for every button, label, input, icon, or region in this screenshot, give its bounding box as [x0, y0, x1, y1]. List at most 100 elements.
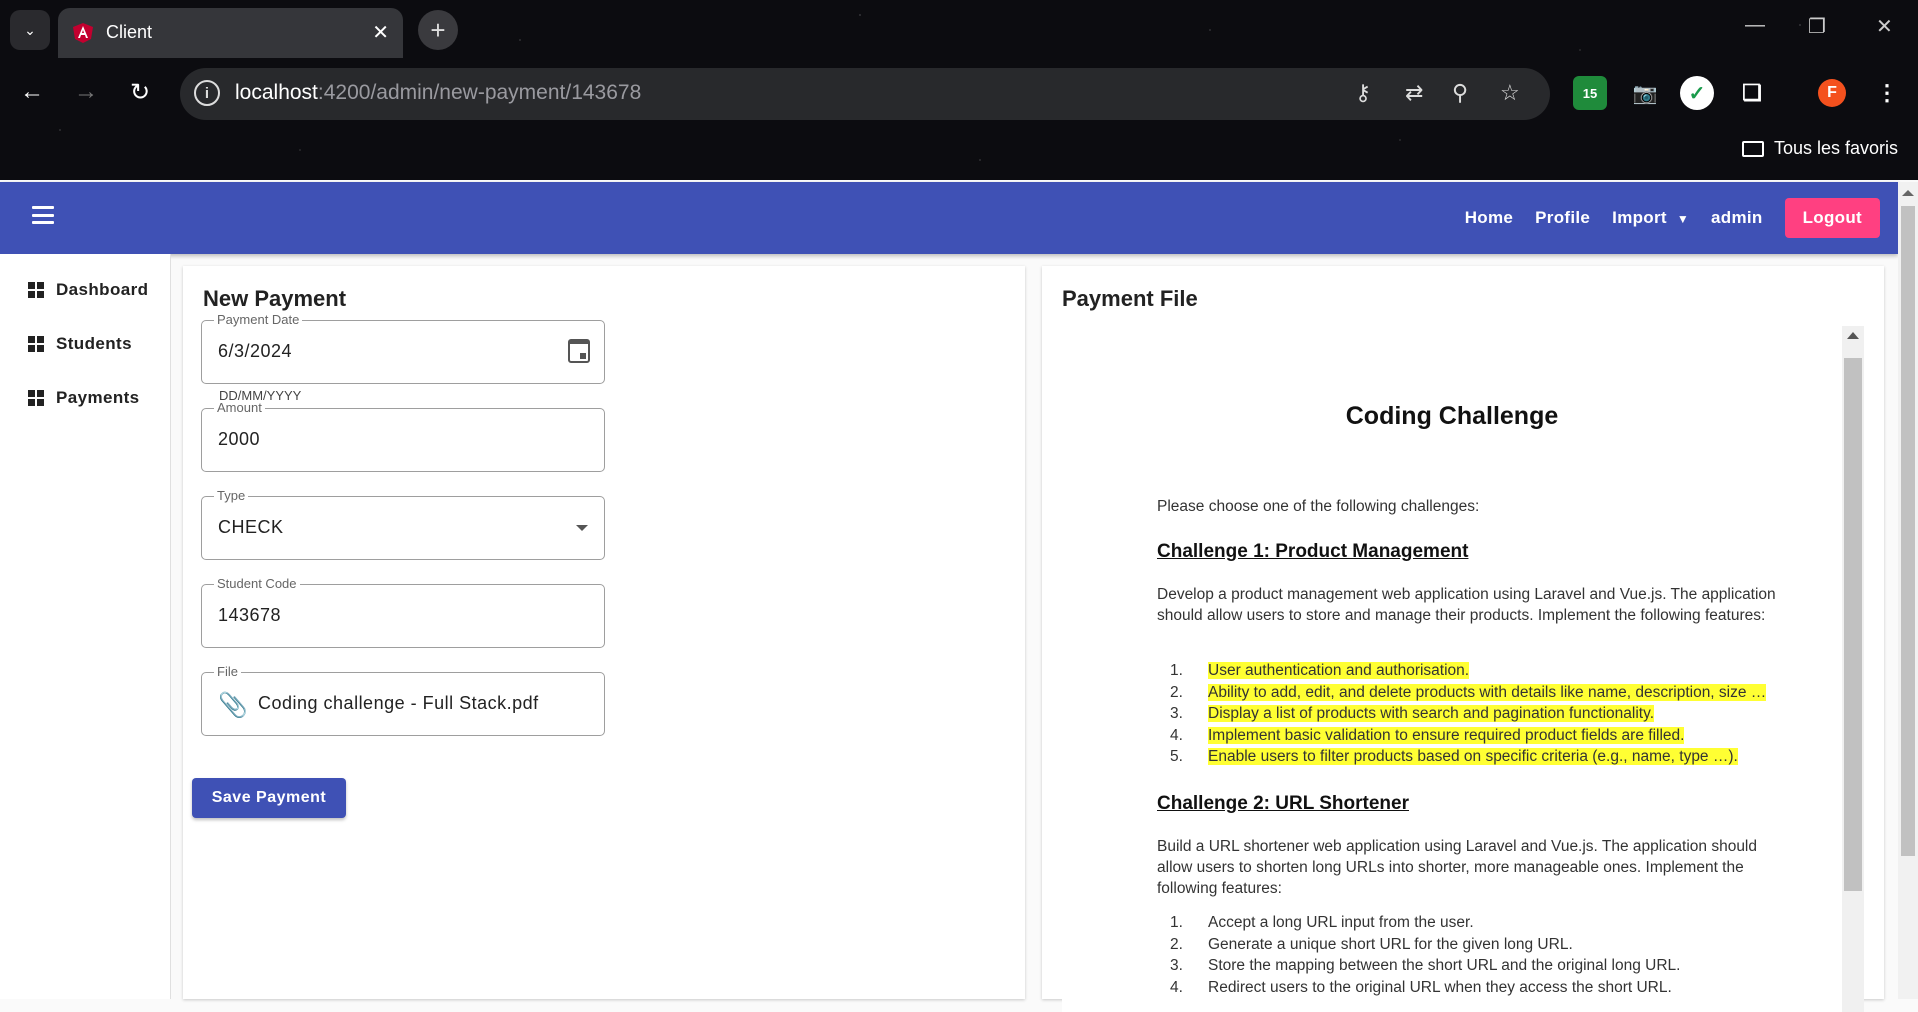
page-scroll-thumb[interactable] — [1901, 206, 1915, 856]
list-item-text: Store the mapping between the short URL … — [1208, 957, 1681, 974]
payment-file-title: Payment File — [1062, 286, 1198, 311]
payment-date-field[interactable]: Payment Date 6/3/2024 — [201, 312, 605, 384]
amount-field[interactable]: Amount 2000 — [201, 400, 605, 472]
nav-import-menu[interactable]: Import ▼ — [1612, 208, 1689, 228]
nav-user-link[interactable]: admin — [1711, 208, 1763, 228]
pdf-viewer[interactable]: Coding Challenge Please choose one of th… — [1062, 326, 1864, 1012]
list-item: 3. Display a list of products with search… — [1170, 705, 1655, 722]
amount-value: 2000 — [218, 429, 261, 449]
tab-title: Client — [106, 22, 153, 42]
dashboard-icon — [28, 282, 44, 298]
sidenav: Dashboard Students Payments — [0, 254, 171, 999]
file-field[interactable]: File 📎 Coding challenge - Full Stack.pdf — [201, 664, 605, 736]
sidebar-item-dashboard[interactable]: Dashboard — [28, 280, 148, 300]
list-item-text: Ability to add, edit, and delete product… — [1208, 683, 1767, 701]
sidebar-item-label: Payments — [56, 388, 140, 407]
browser-tab[interactable]: Client ✕ — [58, 8, 403, 58]
translate-icon[interactable]: ⇄ — [1405, 80, 1423, 106]
nav-profile-link[interactable]: Profile — [1535, 208, 1590, 228]
list-item: 3. Store the mapping between the short UR… — [1170, 957, 1681, 974]
close-icon[interactable]: ✕ — [372, 20, 389, 45]
scroll-up-arrow-icon[interactable] — [1902, 190, 1914, 196]
file-label: File — [214, 664, 241, 679]
payment-date-label: Payment Date — [214, 312, 303, 327]
scroll-up-arrow-icon[interactable] — [1847, 332, 1859, 339]
page-title: New Payment — [203, 286, 347, 311]
list-item-text: Redirect users to the original URL when … — [1208, 978, 1672, 996]
page-scrollbar[interactable] — [1898, 182, 1918, 999]
new-tab-button[interactable]: + — [418, 10, 458, 50]
url-path: :4200/admin/new-payment/143678 — [317, 81, 642, 104]
paperclip-icon: 📎 — [218, 692, 248, 719]
doc-challenge-1-list: 1. User authentication and authorisation.… — [1170, 660, 1767, 768]
plus-icon: + — [430, 14, 446, 45]
type-label: Type — [214, 488, 249, 503]
doc-heading-challenge-1: Challenge 1: Product Management — [1157, 541, 1469, 562]
payment-date-value: 6/3/2024 — [218, 341, 293, 361]
bookmarks-label: Tous les favoris — [1773, 138, 1898, 158]
profile-initial: F — [1827, 84, 1837, 101]
key-icon[interactable]: ⚷ — [1355, 80, 1371, 106]
url-text[interactable]: localhost:4200/admin/new-payment/143678 — [235, 81, 641, 105]
list-item-text: Enable users to filter products based on… — [1208, 748, 1738, 765]
new-payment-card: New Payment Payment Date 6/3/2024 DD/MM/… — [183, 266, 1025, 999]
zoom-icon[interactable]: ⚲ — [1452, 80, 1468, 106]
sidebar-item-payments[interactable]: Payments — [28, 388, 140, 408]
angular-logo-icon — [73, 23, 93, 43]
student-code-value: 143678 — [218, 605, 282, 625]
list-item: 4. Redirect users to the original URL whe… — [1170, 978, 1672, 996]
extension-shield-icon[interactable]: 15 — [1573, 76, 1607, 110]
list-item: 1. User authentication and authorisation. — [1170, 662, 1470, 679]
menu-hamburger-icon[interactable] — [32, 206, 54, 224]
extensions-puzzle-icon[interactable]: ❏ — [1735, 76, 1769, 110]
top-nav: Home Profile Import ▼ admin Logout — [1465, 198, 1880, 238]
type-select[interactable]: Type CHECK — [201, 488, 605, 560]
save-payment-button[interactable]: Save Payment — [192, 778, 346, 818]
list-item: 2. Generate a unique short URL for the gi… — [1170, 935, 1573, 953]
address-bar[interactable]: i localhost:4200/admin/new-payment/14367… — [180, 68, 1550, 120]
file-name: Coding challenge - Full Stack.pdf — [258, 693, 539, 713]
minimize-icon[interactable]: — — [1745, 14, 1765, 37]
doc-challenge-1-description: Develop a product management web applica… — [1157, 586, 1776, 624]
chevron-down-icon: ▼ — [1676, 212, 1690, 226]
browser-chrome: ⌄ Client ✕ + — ❐ ✕ ← → ↻ i localhost:420… — [0, 0, 1918, 180]
extension-badge: 15 — [1582, 85, 1598, 101]
doc-challenge-2-list: 1. Accept a long URL input from the user.… — [1170, 912, 1680, 998]
logout-button[interactable]: Logout — [1784, 198, 1880, 238]
screenshot-camera-icon[interactable]: 📷 — [1628, 76, 1662, 110]
sidebar-item-label: Dashboard — [56, 280, 149, 299]
bookmark-star-icon[interactable]: ☆ — [1500, 80, 1520, 106]
browser-toolbar: ← → ↻ i localhost:4200/admin/new-payment… — [0, 58, 1918, 130]
student-code-label: Student Code — [214, 576, 300, 591]
tab-search-button[interactable]: ⌄ — [10, 10, 50, 50]
payment-file-card: Payment File Coding Challenge Please cho… — [1042, 266, 1884, 1012]
dashboard-icon — [28, 390, 44, 406]
back-arrow-icon[interactable]: ← — [16, 78, 48, 106]
list-item-text: User authentication and authorisation. — [1208, 662, 1470, 679]
list-item-text: Implement basic validation to ensure req… — [1208, 726, 1685, 744]
pdf-scrollbar[interactable] — [1842, 326, 1864, 1012]
list-item: 4. Implement basic validation to ensure r… — [1170, 726, 1685, 744]
profile-avatar[interactable]: F — [1818, 79, 1846, 107]
list-item: 5. Enable users to filter products based … — [1170, 748, 1738, 765]
calendar-icon[interactable] — [568, 339, 590, 363]
list-item-text: Generate a unique short URL for the give… — [1208, 935, 1573, 953]
more-menu-icon[interactable]: ⋮ — [1870, 76, 1904, 110]
forward-arrow-icon[interactable]: → — [70, 78, 102, 106]
doc-intro: Please choose one of the following chall… — [1157, 498, 1480, 515]
check-extension-icon[interactable]: ✓ — [1680, 76, 1714, 110]
student-code-field[interactable]: Student Code 143678 — [201, 576, 605, 648]
doc-title: Coding Challenge — [1345, 402, 1559, 430]
window-close-icon[interactable]: ✕ — [1876, 14, 1893, 39]
all-bookmarks-button[interactable]: Tous les favoris — [1741, 138, 1898, 159]
pdf-scroll-thumb[interactable] — [1844, 358, 1862, 891]
restore-icon[interactable]: ❐ — [1808, 14, 1826, 39]
doc-heading-challenge-2: Challenge 2: URL Shortener — [1157, 793, 1409, 814]
reload-icon[interactable]: ↻ — [124, 78, 156, 107]
nav-import-label: Import — [1612, 208, 1667, 227]
doc-challenge-2-description: Build a URL shortener web application us… — [1157, 838, 1757, 897]
sidebar-item-label: Students — [56, 334, 132, 353]
site-info-icon[interactable]: i — [194, 80, 220, 106]
nav-home-link[interactable]: Home — [1465, 208, 1513, 228]
sidebar-item-students[interactable]: Students — [28, 334, 132, 354]
